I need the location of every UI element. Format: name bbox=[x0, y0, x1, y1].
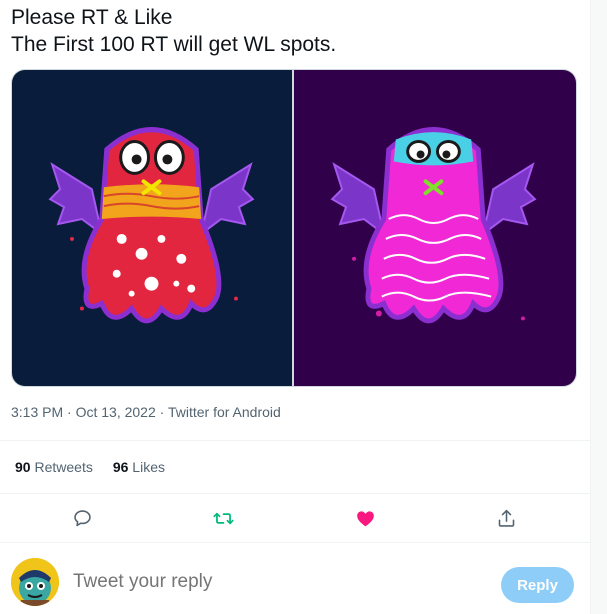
tweet-date[interactable]: Oct 13, 2022 bbox=[76, 404, 156, 420]
tweet-text-line-2: The First 100 RT will get WL spots. bbox=[11, 33, 337, 56]
likes-label: Likes bbox=[132, 459, 165, 475]
tweet-media[interactable] bbox=[11, 69, 577, 387]
like-button[interactable] bbox=[350, 503, 380, 533]
tweet-text-line-1: Please RT & Like bbox=[11, 6, 173, 29]
red-ghost-illustration bbox=[48, 127, 255, 324]
avatar-image bbox=[11, 558, 59, 606]
reply-composer: Reply bbox=[11, 558, 576, 610]
heart-icon bbox=[356, 510, 374, 526]
meta-separator: · bbox=[67, 404, 72, 420]
likes-stat[interactable]: 96 Likes bbox=[113, 459, 165, 475]
divider bbox=[0, 440, 590, 441]
tweet-time[interactable]: 3:13 PM bbox=[11, 404, 63, 420]
scrollbar-track[interactable] bbox=[590, 0, 607, 614]
retweet-icon bbox=[212, 512, 234, 524]
tweet-metadata: 3:13 PM · Oct 13, 2022 · Twitter for And… bbox=[11, 404, 281, 420]
tweet-actions bbox=[0, 503, 590, 533]
retweets-count: 90 bbox=[15, 459, 31, 475]
likes-count: 96 bbox=[112, 459, 129, 475]
retweets-label: Retweets bbox=[34, 459, 93, 475]
reply-submit-button[interactable]: Reply bbox=[501, 567, 574, 603]
retweet-button[interactable] bbox=[208, 503, 238, 533]
meta-separator: · bbox=[159, 404, 165, 420]
tweet-source[interactable]: Twitter for Android bbox=[168, 404, 281, 420]
pink-ghost-illustration bbox=[330, 127, 537, 324]
share-icon bbox=[498, 509, 514, 527]
reply-button[interactable] bbox=[67, 503, 97, 533]
divider bbox=[0, 493, 590, 494]
comment-icon bbox=[73, 509, 91, 526]
reply-input[interactable] bbox=[73, 571, 473, 593]
avatar[interactable] bbox=[11, 558, 59, 606]
media-image-right[interactable] bbox=[294, 70, 576, 386]
tweet-text: Please RT & Like The First 100 RT will g… bbox=[11, 4, 571, 58]
tweet-stats: 90 Retweets 96 Likes bbox=[15, 459, 165, 475]
retweets-stat[interactable]: 90 Retweets bbox=[15, 459, 93, 475]
divider bbox=[0, 542, 590, 543]
share-button[interactable] bbox=[491, 503, 521, 533]
media-image-left[interactable] bbox=[12, 70, 292, 386]
